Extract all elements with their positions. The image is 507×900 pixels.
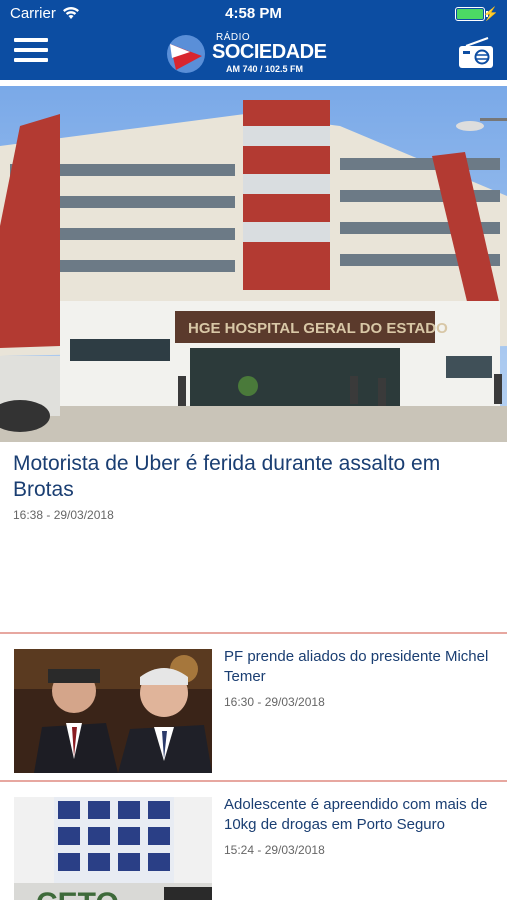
news-thumbnail [14, 649, 212, 773]
brand-logo: RÁDIO SOCIEDADE AM 740 / 102.5 FM [166, 30, 348, 76]
status-bar: Carrier 4:58 PM ⚡ [0, 0, 507, 28]
radio-icon[interactable] [458, 36, 494, 70]
battery-icon [455, 7, 488, 21]
news-headline: PF prende aliados do presidente Michel T… [224, 648, 489, 685]
news-thumbnail: CETO [14, 797, 212, 900]
seizure-text: CETO [36, 887, 119, 900]
charging-icon: ⚡ [482, 6, 499, 21]
news-timestamp: 16:30 - 29/03/2018 [224, 695, 325, 709]
featured-image[interactable]: HGE HOSPITAL GERAL DO ESTADO [0, 86, 507, 442]
radio-sociedade-logo-icon [167, 35, 205, 73]
hospital-sign: HGE HOSPITAL GERAL DO ESTADO [188, 320, 448, 337]
news-list-item[interactable]: PF prende aliados do presidente Michel T… [0, 634, 507, 774]
police-seizure-photo-icon: CETO [14, 797, 212, 900]
hamburger-menu-button[interactable] [14, 38, 48, 66]
hospital-building-icon: HGE HOSPITAL GERAL DO ESTADO [0, 86, 507, 442]
status-time: 4:58 PM [225, 5, 282, 22]
featured-headline[interactable]: Motorista de Uber é ferida durante assal… [13, 451, 483, 503]
brand-frequency: AM 740 / 102.5 FM [226, 64, 304, 74]
brand-name: SOCIEDADE [212, 41, 327, 63]
featured-timestamp: 16:38 - 29/03/2018 [13, 508, 114, 522]
news-list-item[interactable]: CETO Adolescente é apreendido com mais d… [0, 782, 507, 900]
politicians-photo-icon [14, 649, 212, 773]
news-timestamp: 15:24 - 29/03/2018 [224, 843, 325, 857]
app-header: Carrier 4:58 PM ⚡ RÁDIO SOCIEDADE AM 740… [0, 0, 507, 80]
news-headline: Adolescente é apreendido com mais de 10k… [224, 796, 488, 833]
